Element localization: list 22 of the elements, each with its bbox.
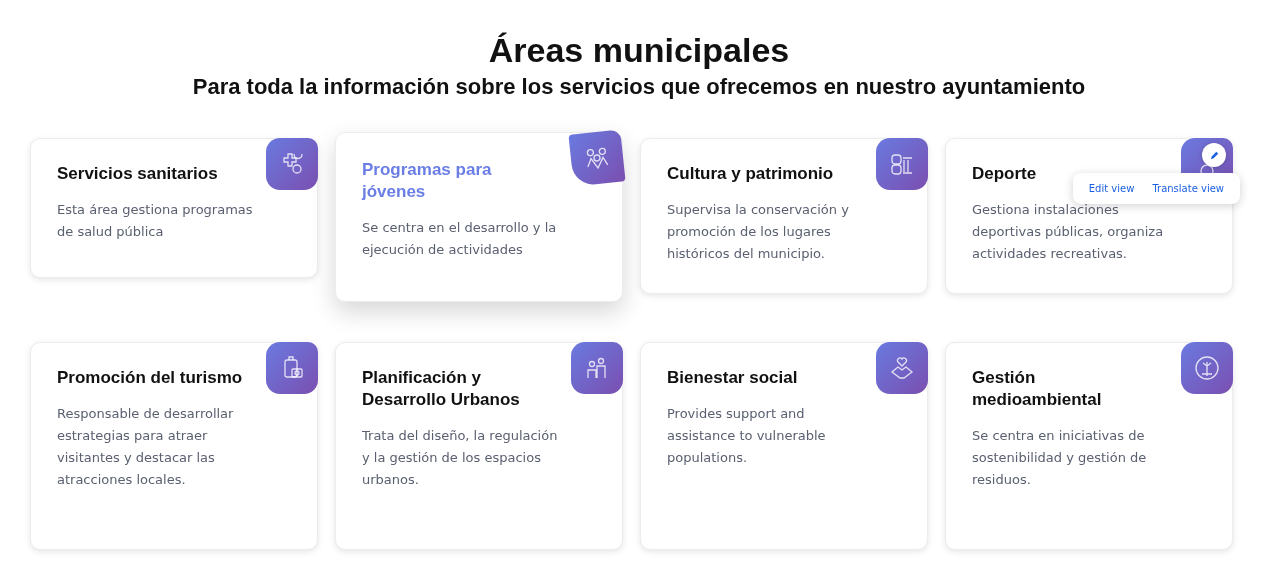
card-title: Deporte: [972, 163, 1038, 185]
card-description: Se centra en el desarrollo y la ejecución de actividades: [362, 219, 558, 259]
card-title: Gestión medioambiental: [972, 367, 1103, 411]
card-description: Gestiona instalaciones deportivas públicas, organiza actividades recreativas.: [972, 201, 1165, 263]
pencil-icon: [1208, 149, 1220, 161]
menu-link[interactable]: Translate view: [1146, 181, 1230, 196]
page-title: Áreas municipales: [487, 30, 791, 70]
card-description: Provides support and assistance to vulnerable populations.: [667, 405, 827, 467]
menu-link[interactable]: Edit view: [1082, 181, 1141, 196]
plant-icon: [1193, 354, 1221, 382]
card-description: Trata del diseño, la regulación y la gestión de los espacios urbanos.: [362, 427, 559, 489]
card-description: Supervisa la conservación y promoción de los lugares históricos del municipio.: [667, 201, 850, 263]
card-title: Planificación y Desarrollo Urbanos: [362, 367, 521, 411]
card-description: Esta área gestiona programas de salud pública: [57, 201, 254, 241]
card-title: Cultura y patrimonio: [667, 163, 835, 185]
card-title: Promoción del turismo: [57, 367, 243, 389]
page-subtitle: Para toda la información sobre los servicios que ofrecemos en nuestro ayuntamiento: [191, 74, 1087, 100]
card-title: Bienestar social: [667, 367, 799, 389]
card-description: Responsable de desarrollar estrategias para atraer visitantes y destacar las atracciones locales.: [57, 405, 235, 489]
card-title: Programas para jóvenes: [362, 159, 493, 203]
card-title: Servicios sanitarios: [57, 163, 219, 185]
card-description: Se centra en iniciativas de sostenibilidad y gestión de residuos.: [972, 427, 1148, 489]
